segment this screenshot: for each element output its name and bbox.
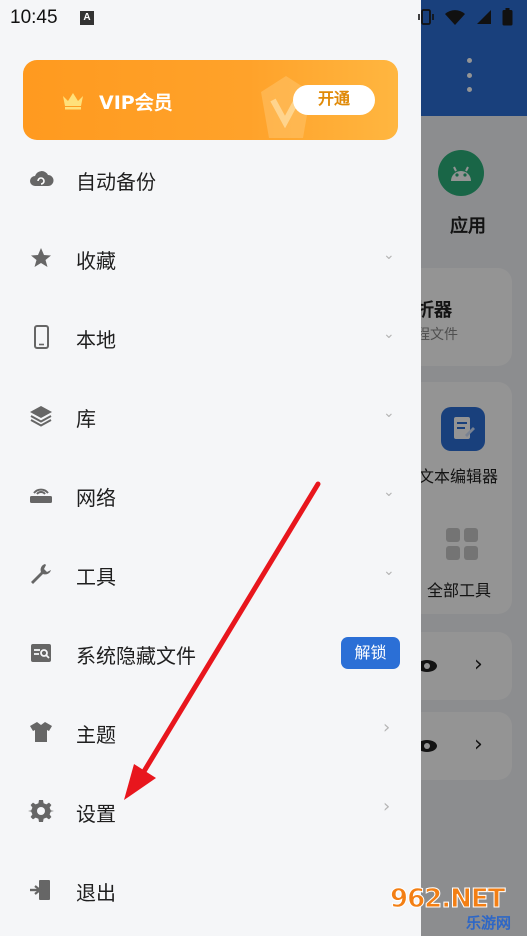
notification-icon: A <box>80 11 94 25</box>
vip-title: VIP会员 <box>99 92 173 114</box>
menu-item-auto-backup[interactable]: 自动备份 <box>0 140 421 219</box>
wifi-icon <box>445 10 465 25</box>
watermark-logo: 962.NET 乐游网 <box>388 884 524 933</box>
chevron-right-icon: › <box>383 796 391 817</box>
tshirt-icon <box>30 722 52 742</box>
menu-item-label: 本地 <box>76 328 116 352</box>
unlock-badge[interactable]: 解锁 <box>341 637 400 669</box>
menu-item-theme[interactable]: 主题 › <box>0 693 421 772</box>
phone-icon <box>34 325 49 349</box>
menu-item-label: 网络 <box>76 486 116 510</box>
signal-icon <box>477 10 491 24</box>
router-icon <box>30 488 52 503</box>
exit-icon <box>30 880 50 900</box>
menu-item-network[interactable]: 网络 ⌄ <box>0 456 421 535</box>
menu-item-label: 库 <box>76 407 96 431</box>
menu-item-local[interactable]: 本地 ⌄ <box>0 298 421 377</box>
menu-item-label: 工具 <box>76 565 116 589</box>
vibrate-icon <box>418 9 434 25</box>
menu-item-settings[interactable]: 设置 › <box>0 772 421 851</box>
chevron-down-icon: ⌄ <box>383 484 395 500</box>
navigation-drawer: 10:45 A VIP会员 开通 自动备份 收藏 ⌄ 本地 ⌄ 库 ⌄ 网络 ⌄… <box>0 0 421 936</box>
battery-icon <box>502 8 513 26</box>
chevron-down-icon: ⌄ <box>383 326 395 342</box>
menu-item-label: 自动备份 <box>76 170 156 194</box>
menu-item-label: 退出 <box>76 881 116 905</box>
layers-icon <box>30 406 52 427</box>
vip-open-button[interactable]: 开通 <box>293 85 375 115</box>
hidden-files-icon <box>31 644 51 662</box>
chevron-down-icon: ⌄ <box>383 405 395 421</box>
menu-item-tools[interactable]: 工具 ⌄ <box>0 535 421 614</box>
menu-item-label: 系统隐藏文件 <box>76 644 196 668</box>
watermark-bottom: 乐游网 <box>466 914 512 932</box>
crown-icon <box>63 93 83 110</box>
wrench-icon <box>31 564 51 584</box>
star-icon <box>31 248 51 267</box>
menu-item-favorites[interactable]: 收藏 ⌄ <box>0 219 421 298</box>
menu-item-label: 收藏 <box>76 249 116 273</box>
chevron-down-icon: ⌄ <box>383 247 395 263</box>
watermark-top: 962.NET <box>389 884 505 915</box>
menu-item-library[interactable]: 库 ⌄ <box>0 377 421 456</box>
menu-item-exit[interactable]: 退出 <box>0 851 421 930</box>
status-icons <box>418 8 513 26</box>
vip-banner[interactable]: VIP会员 开通 <box>23 60 398 140</box>
cloud-backup-icon <box>30 171 54 186</box>
menu-item-hidden-files[interactable]: 系统隐藏文件 解锁 <box>0 614 421 693</box>
chevron-down-icon: ⌄ <box>383 563 395 579</box>
menu-item-label: 主题 <box>76 723 116 747</box>
status-time: 10:45 <box>10 7 58 28</box>
gear-icon <box>28 800 54 822</box>
menu-item-label: 设置 <box>76 802 116 826</box>
chevron-right-icon: › <box>383 717 391 738</box>
